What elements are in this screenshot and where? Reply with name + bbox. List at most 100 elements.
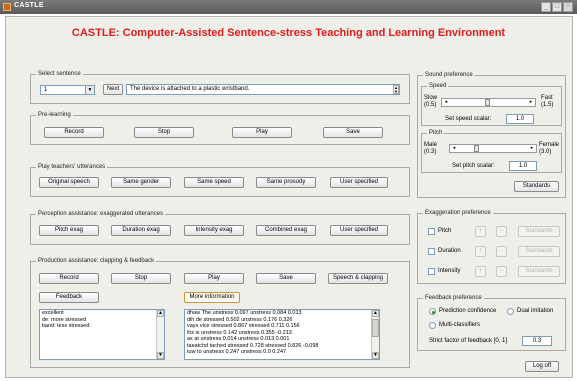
prod-record-button[interactable]: Record bbox=[39, 273, 99, 284]
pre-save-button[interactable]: Save bbox=[323, 127, 383, 138]
feedback-button[interactable]: Feedback bbox=[39, 292, 99, 303]
male-label: Male bbox=[424, 142, 438, 148]
window-title: CASTLE bbox=[14, 2, 44, 9]
prediction-confidence-label: Prediction confidence bbox=[439, 308, 497, 314]
legend-list-scrollbar[interactable]: ▲ ▼ bbox=[156, 310, 164, 359]
chevron-down-icon: ▼ bbox=[85, 86, 94, 94]
feedback-preference-legend: Feedback preference bbox=[423, 294, 484, 302]
speed-scalar-label: Set speed scalar: bbox=[445, 116, 492, 122]
duration-standards-button[interactable]: Standards bbox=[518, 246, 560, 257]
female-value: (3.0) bbox=[539, 149, 552, 155]
same-gender-button[interactable]: Same gender bbox=[111, 177, 171, 188]
multi-classifiers-radio[interactable] bbox=[429, 322, 436, 329]
slow-value: (0.5) bbox=[424, 102, 437, 108]
scroll-up-icon[interactable]: ▲ bbox=[372, 310, 379, 317]
same-prosody-button[interactable]: Same prosody bbox=[256, 177, 316, 188]
sentence-text: The device is attached to a plastic wris… bbox=[130, 86, 250, 92]
stress-info-list[interactable]: dhaw The unstress 0.097 unstress 0.084 0… bbox=[184, 309, 380, 360]
pitch-plus-button[interactable]: + bbox=[475, 226, 486, 237]
prod-save-button[interactable]: Save bbox=[256, 273, 316, 284]
slow-label: Slow bbox=[424, 95, 438, 101]
scroll-thumb[interactable] bbox=[372, 319, 379, 337]
close-button[interactable]: × bbox=[563, 2, 573, 12]
combined-exag-button[interactable]: Combined exag bbox=[256, 225, 316, 236]
pitch-slider[interactable]: ◂ ▸ bbox=[449, 144, 537, 153]
intensity-exag-button[interactable]: Intensity exag bbox=[184, 225, 244, 236]
speed-scalar-input[interactable]: 1.0 bbox=[506, 114, 534, 124]
duration-check-label: Duration bbox=[438, 248, 461, 254]
prod-play-button[interactable]: Play bbox=[184, 273, 244, 284]
speed-slider[interactable]: ◂ ▸ bbox=[441, 98, 536, 107]
duration-plus-button[interactable]: + bbox=[475, 246, 486, 257]
select-sentence-legend: Select sentence bbox=[36, 70, 83, 78]
log-off-button[interactable]: Log off bbox=[525, 361, 559, 372]
multi-classifiers-label: Multi-classifiers bbox=[439, 322, 481, 328]
sentence-number-select[interactable]: 1 ▼ bbox=[40, 85, 95, 95]
exaggeration-legend: Exaggeration preference bbox=[423, 209, 493, 217]
original-speech-button[interactable]: Original speech bbox=[39, 177, 99, 188]
chevron-right-icon[interactable]: ▸ bbox=[528, 145, 536, 152]
speech-clapping-button[interactable]: Speech & clapping bbox=[328, 273, 388, 284]
pre-stop-button[interactable]: Stop bbox=[134, 127, 194, 138]
intensity-checkbox[interactable] bbox=[428, 268, 435, 275]
dual-imitation-radio[interactable] bbox=[507, 308, 514, 315]
sound-standards-button[interactable]: Standards bbox=[514, 181, 559, 192]
chevron-left-icon[interactable]: ◂ bbox=[450, 145, 458, 152]
app-icon bbox=[3, 3, 11, 11]
minimize-button[interactable]: _ bbox=[541, 2, 551, 12]
sound-preference-legend: Sound preference bbox=[423, 71, 475, 79]
prediction-confidence-radio[interactable] bbox=[429, 308, 436, 315]
play-teachers-legend: Play teachers' utterances bbox=[36, 163, 108, 171]
scroll-down-icon[interactable]: ▼ bbox=[157, 352, 164, 359]
list-item: band: less stressed bbox=[42, 323, 90, 329]
next-sentence-button[interactable]: Next bbox=[103, 84, 123, 95]
more-information-button[interactable]: More information bbox=[184, 292, 240, 303]
same-speed-button[interactable]: Same speed bbox=[184, 177, 244, 188]
pitch-scalar-label: Set pitch scalar: bbox=[452, 163, 495, 169]
user-specified-exag-button[interactable]: User specified bbox=[330, 225, 388, 236]
pitch-checkbox[interactable] bbox=[428, 228, 435, 235]
sentence-scroll-arrows[interactable]: ▲ ▼ bbox=[393, 85, 399, 94]
pitch-scalar-input[interactable]: 1.0 bbox=[509, 161, 537, 171]
speed-slider-thumb[interactable] bbox=[485, 99, 490, 106]
pitch-check-label: Pitch bbox=[438, 228, 452, 234]
strict-factor-input[interactable]: 0.3 bbox=[522, 336, 552, 346]
sentence-number-value: 1 bbox=[44, 87, 48, 93]
sentence-text-field[interactable]: The device is attached to a plastic wris… bbox=[126, 84, 400, 95]
strict-factor-label: Strict factor of feedback [0, 1] bbox=[429, 338, 508, 344]
pitch-standards-button[interactable]: Standards bbox=[518, 226, 560, 237]
fast-value: (1.5) bbox=[541, 102, 554, 108]
stress-legend-list[interactable]: excellent de: more stressed band: less s… bbox=[39, 309, 165, 360]
scroll-down-icon[interactable]: ▼ bbox=[372, 352, 379, 359]
production-legend: Production assistance: clapping & feedba… bbox=[36, 257, 157, 265]
user-specified-play-button[interactable]: User specified bbox=[330, 177, 388, 188]
pitch-minus-button[interactable]: - bbox=[496, 226, 507, 237]
maximize-button[interactable]: □ bbox=[552, 2, 562, 12]
window-titlebar: CASTLE _ □ × bbox=[0, 0, 577, 14]
duration-minus-button[interactable]: - bbox=[496, 246, 507, 257]
male-value: (0.3) bbox=[424, 149, 437, 155]
pitch-slider-thumb[interactable] bbox=[474, 145, 480, 152]
pitch-exag-button[interactable]: Pitch exag bbox=[39, 225, 99, 236]
female-label: Female bbox=[539, 142, 560, 148]
chevron-right-icon[interactable]: ▸ bbox=[527, 99, 535, 106]
pre-play-button[interactable]: Play bbox=[232, 127, 292, 138]
perception-legend: Perception assistance: exaggerated utter… bbox=[36, 210, 166, 218]
intensity-minus-button[interactable]: - bbox=[496, 266, 507, 277]
scroll-up-icon[interactable]: ▲ bbox=[157, 310, 164, 317]
intensity-plus-button[interactable]: + bbox=[475, 266, 486, 277]
intensity-check-label: Intensity bbox=[438, 268, 461, 274]
dual-imitation-label: Dual imitation bbox=[517, 308, 554, 314]
page-title: CASTLE: Computer-Assisted Sentence-stres… bbox=[71, 27, 506, 39]
pre-learning-legend: Pre-learning bbox=[36, 111, 73, 119]
intensity-standards-button[interactable]: Standards bbox=[518, 266, 560, 277]
duration-checkbox[interactable] bbox=[428, 248, 435, 255]
pitch-legend: Pitch bbox=[427, 129, 445, 137]
speed-legend: Speed bbox=[427, 82, 449, 90]
prod-stop-button[interactable]: Stop bbox=[111, 273, 171, 284]
chevron-left-icon[interactable]: ◂ bbox=[442, 99, 450, 106]
fast-label: Fast bbox=[541, 95, 553, 101]
info-list-scrollbar[interactable]: ▲ ▼ bbox=[371, 310, 379, 359]
duration-exag-button[interactable]: Duration exag bbox=[111, 225, 171, 236]
pre-record-button[interactable]: Record bbox=[44, 127, 104, 138]
